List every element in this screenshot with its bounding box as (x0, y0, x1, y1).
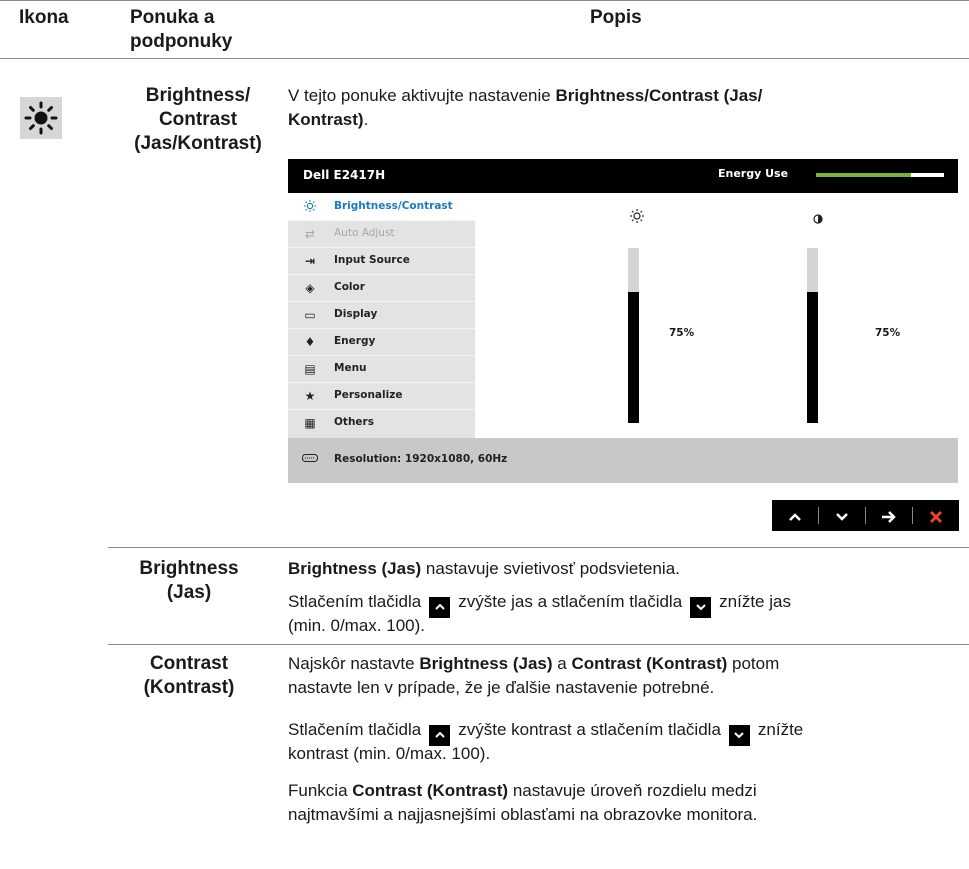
osd-title-bar: Dell E2417H Energy Use (288, 159, 958, 193)
close-button[interactable] (913, 500, 959, 531)
brightness-slider-fill (628, 292, 639, 423)
brightness-top-rule (108, 547, 969, 548)
osd-menu-item-label: Brightness/Contrast (334, 200, 453, 212)
header-description: Popis (590, 7, 642, 28)
down-button-icon (690, 597, 712, 618)
osd-menu-item-menu[interactable]: ▤ Menu (288, 355, 475, 382)
contrast-p1-line2: nastavte len v prípade, že je ďalšie nas… (288, 678, 715, 697)
osd-menu-item-auto-adjust[interactable]: ⇄ Auto Adjust (288, 220, 475, 247)
brightness-desc2-line2: (min. 0/max. 100). (288, 616, 425, 635)
osd-menu-separator (288, 247, 475, 248)
osd-menu-item-color[interactable]: ◈ Color (288, 274, 475, 301)
item-name-line3: (Jas/Kontrast) (134, 133, 262, 154)
brightness-slider[interactable] (628, 248, 639, 423)
right-arrow-button[interactable] (866, 500, 912, 531)
osd-menu-item-others[interactable]: ▦ Others (288, 409, 475, 436)
contrast-slider[interactable] (807, 248, 818, 423)
osd-menu-item-label: Energy (334, 335, 376, 347)
brightness-name-line2: (Jas) (166, 582, 212, 603)
osd-menu-screenshot: Dell E2417H Energy Use Brightness/Contra… (288, 159, 958, 483)
resolution-icon (302, 452, 318, 466)
contrast-value: 75% (875, 327, 901, 339)
item-name-line2: Contrast (158, 109, 238, 130)
osd-menu-separator (288, 409, 475, 410)
table-top-rule (0, 0, 969, 1)
header-menu-line1: Ponuka a (130, 7, 215, 28)
osd-menu-item-input-source[interactable]: ⇥ Input Source (288, 247, 475, 274)
osd-main-menu: Brightness/Contrast ⇄ Auto Adjust ⇥ Input So… (288, 193, 475, 438)
osd-menu-item-energy[interactable]: ♦ Energy (288, 328, 475, 355)
energy-meter-fill (816, 173, 911, 177)
sun-icon (20, 97, 62, 139)
item-name-line1: Brightness/ (145, 85, 251, 106)
osd-nav-buttons (772, 500, 959, 531)
osd-menu-item-label: Others (334, 416, 374, 428)
contrast-p3: Funkcia Contrast (Kontrast) nastavuje úr… (288, 781, 757, 800)
color-icon: ◈ (305, 281, 315, 295)
energy-icon: ♦ (304, 335, 316, 349)
contrast-p1: Najskôr nastavte Brightness (Jas) a Cont… (288, 654, 780, 673)
brightness-value: 75% (669, 327, 695, 339)
osd-menu-separator (288, 382, 475, 383)
input-source-icon: ⇥ (304, 254, 316, 268)
others-icon: ▦ (304, 416, 316, 430)
display-icon: ▭ (304, 308, 316, 322)
osd-menu-item-label: Personalize (334, 389, 403, 401)
osd-menu-separator (288, 274, 475, 275)
osd-energy-label: Energy Use (718, 167, 789, 180)
intro-text: V tejto ponuke aktivujte nastavenie Brig… (288, 86, 763, 105)
osd-menu-separator (288, 355, 475, 356)
up-button[interactable] (772, 500, 818, 531)
osd-menu-item-brightness-contrast[interactable]: Brightness/Contrast (288, 193, 475, 220)
osd-model-name: Dell E2417H (303, 168, 386, 182)
contrast-name-line1: Contrast (149, 653, 229, 674)
intro-text-line2: Kontrast). (288, 110, 369, 129)
osd-menu-separator (288, 301, 475, 302)
brightness-desc1: Brightness (Jas) nastavuje svietivosť po… (288, 559, 680, 578)
contrast-slider-fill (807, 292, 818, 423)
osd-menu-item-label: Display (334, 308, 378, 320)
up-button-icon (429, 597, 451, 618)
osd-menu-separator (288, 328, 475, 329)
osd-menu-item-personalize[interactable]: ★ Personalize (288, 382, 475, 409)
header-icon: Ikona (19, 7, 69, 28)
auto-adjust-icon: ⇄ (304, 227, 316, 241)
sun-icon (302, 199, 318, 215)
menu-icon: ▤ (304, 362, 316, 376)
header-menu-line2: podponuky (130, 31, 233, 52)
osd-menu-item-label: Color (334, 281, 365, 293)
down-button[interactable] (819, 500, 865, 531)
resolution-text: Resolution: 1920x1080, 60Hz (334, 453, 508, 465)
osd-menu-separator (288, 220, 475, 221)
contrast-p2-line2: kontrast (min. 0/max. 100). (288, 744, 491, 763)
header-bottom-rule (0, 58, 969, 59)
contrast-top-rule (108, 644, 969, 645)
brightness-sun-icon (629, 208, 645, 227)
contrast-p3-line2: najtmavšími a najjasnejšími oblasťami na… (288, 805, 758, 824)
osd-menu-item-label: Auto Adjust (334, 227, 395, 239)
brightness-name-line1: Brightness (139, 558, 239, 579)
osd-status-bar: Resolution: 1920x1080, 60Hz (288, 438, 958, 483)
star-icon: ★ (304, 389, 316, 403)
osd-menu-item-label: Menu (334, 362, 367, 374)
osd-menu-item-label: Input Source (334, 254, 410, 266)
contrast-name-line2: (Kontrast) (143, 677, 235, 698)
energy-meter-marker (911, 173, 944, 177)
contrast-icon (813, 211, 823, 227)
down-button-icon (728, 725, 750, 746)
osd-content-panel: 75% 75% (475, 193, 958, 438)
osd-menu-item-display[interactable]: ▭ Display (288, 301, 475, 328)
